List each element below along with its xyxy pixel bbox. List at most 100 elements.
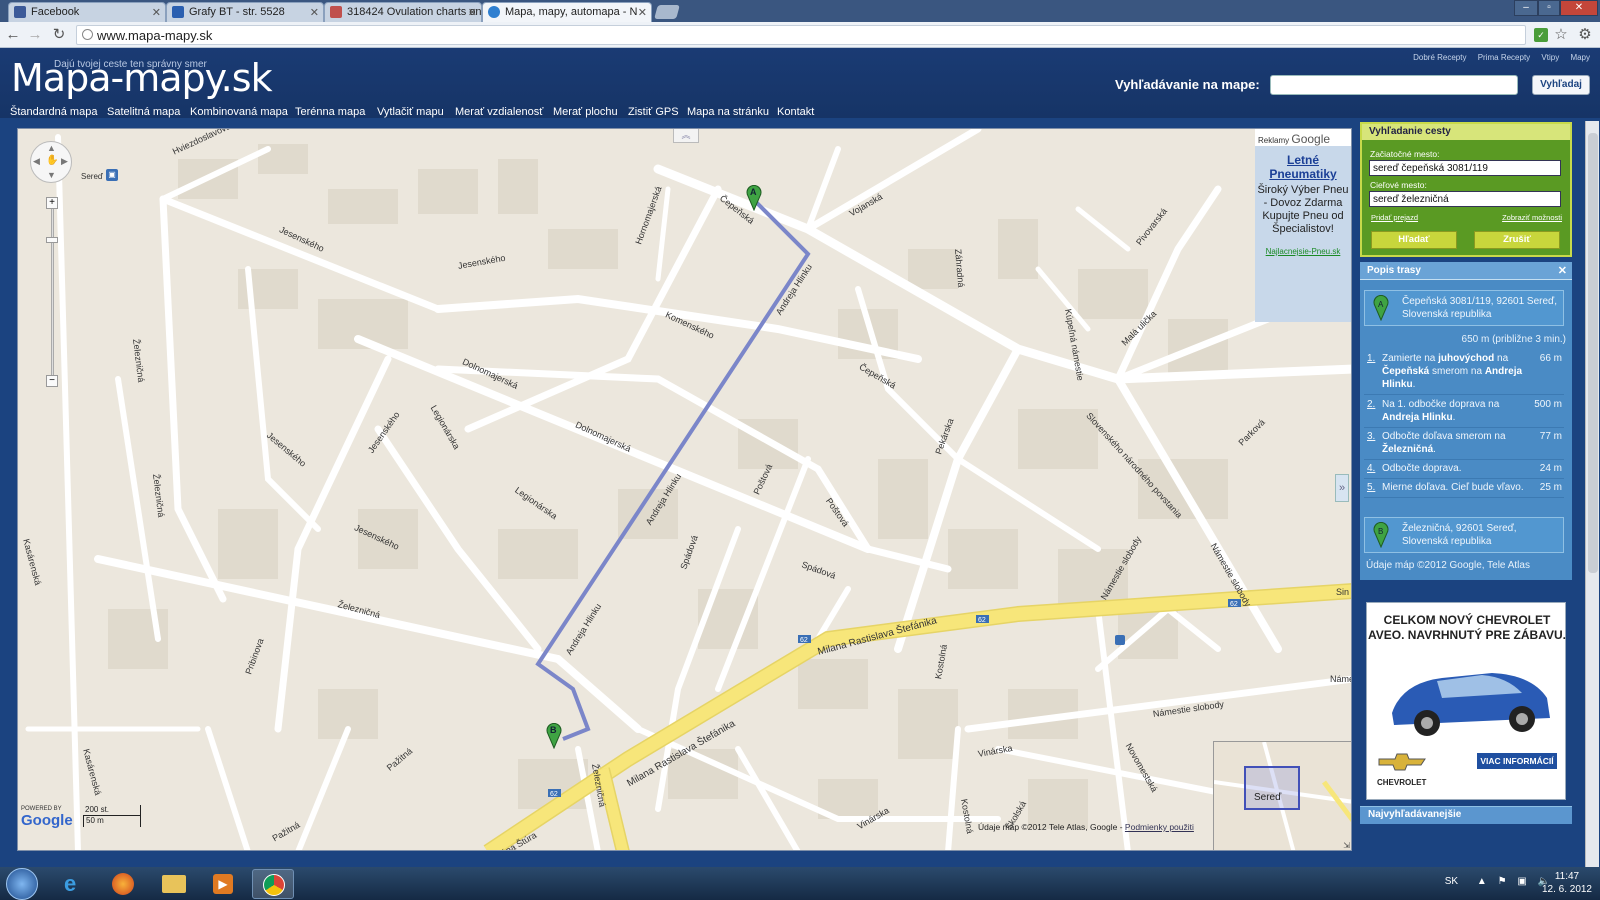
map-search-input[interactable]	[1270, 75, 1518, 95]
popular-searches-header[interactable]: Najvyhľadávanejšie	[1360, 806, 1572, 824]
collapse-up-icon[interactable]: ︽	[673, 129, 699, 143]
resize-icon[interactable]: ⇲	[1343, 841, 1350, 850]
clock[interactable]: 11:47 12. 6. 2012	[1542, 870, 1592, 896]
train-station-icon[interactable]: ▣	[106, 169, 118, 181]
flag-icon[interactable]: ⚑	[1498, 876, 1507, 887]
minimize-button[interactable]: –	[1514, 0, 1538, 16]
marker-b[interactable]: B	[546, 723, 562, 749]
clock-date: 12. 6. 2012	[1541, 884, 1592, 895]
search-button[interactable]: Vyhľadaj	[1532, 75, 1590, 95]
menu-item[interactable]: Zistiť GPS	[628, 106, 679, 118]
step-number: 4.	[1367, 463, 1376, 474]
folder-icon[interactable]	[152, 869, 194, 899]
close-window-button[interactable]: ✕	[1560, 0, 1598, 16]
description-title-text: Popis trasy	[1367, 265, 1421, 276]
top-link[interactable]: Prima Recepty	[1478, 53, 1530, 62]
route-description-title: Popis trasy ✕	[1360, 262, 1572, 280]
close-tab-icon[interactable]: ✕	[468, 6, 477, 19]
ad-title[interactable]: Letné Pneumatiky	[1257, 153, 1349, 181]
svg-text:62: 62	[550, 791, 558, 798]
top-link[interactable]: Vtipy	[1541, 53, 1559, 62]
zoom-slider-handle[interactable]	[46, 237, 58, 243]
menu-item[interactable]: Vytlačiť mapu	[377, 106, 444, 118]
expand-panel-icon[interactable]: »	[1335, 474, 1349, 502]
network-icon[interactable]: ▣	[1517, 876, 1526, 887]
address-bar[interactable]: www.mapa-mapy.sk	[76, 25, 1526, 45]
route-step[interactable]: 5. Mierne doľava. Cieľ bude vľavo. 25 m	[1364, 479, 1564, 498]
extension-icon[interactable]: ✓	[1534, 28, 1548, 42]
pan-left-icon[interactable]: ◀	[33, 156, 40, 167]
powered-by-google[interactable]: POWERED BY Google	[21, 806, 73, 829]
globe-icon	[488, 6, 500, 18]
show-options-link[interactable]: Zobraziť možnosti	[1502, 213, 1562, 222]
ad-header: Reklamy Google	[1255, 129, 1351, 146]
overview-map[interactable]: Sereď ⇲	[1213, 741, 1351, 850]
chart-icon	[172, 6, 184, 18]
cancel-route-button[interactable]: Zrušiť	[1474, 231, 1560, 249]
close-tab-icon[interactable]: ✕	[152, 6, 161, 19]
top-link[interactable]: Dobré Recepty	[1413, 53, 1466, 62]
firefox-icon[interactable]	[102, 869, 144, 899]
star-icon[interactable]: ☆	[1552, 26, 1570, 44]
pan-control[interactable]: ▲ ▼ ◀ ▶ ✋	[30, 141, 72, 183]
tray-expand-icon[interactable]: ▲	[1477, 876, 1487, 887]
bus-stop-icon[interactable]	[1115, 635, 1125, 645]
menu-item[interactable]: Mapa na stránku	[687, 106, 769, 118]
route-start[interactable]: A Čepeňská 3081/119, 92601 Sereď, Sloven…	[1364, 290, 1564, 326]
language-indicator[interactable]: SK	[1445, 876, 1458, 887]
tab-grafy[interactable]: Grafy BT - str. 5528 ✕	[166, 2, 324, 22]
zoom-out-icon[interactable]: −	[46, 375, 58, 387]
close-tab-icon[interactable]: ✕	[638, 6, 647, 19]
pan-right-icon[interactable]: ▶	[61, 156, 68, 167]
media-player-icon[interactable]: ▶	[202, 869, 244, 899]
scale-top-label: 200 st.	[83, 805, 141, 816]
terms-link[interactable]: Podmienky použiti	[1125, 822, 1194, 832]
wrench-icon[interactable]: ⚙	[1576, 26, 1594, 44]
scrollbar-thumb[interactable]	[1588, 133, 1598, 573]
new-tab-button[interactable]	[654, 5, 680, 19]
route-step[interactable]: 1. Zamierte na juhovýchod na Čepeňská sm…	[1364, 350, 1564, 395]
menu-item[interactable]: Štandardná mapa	[10, 106, 97, 118]
add-stop-link[interactable]: Pridať prejazd	[1371, 213, 1418, 222]
overview-viewport[interactable]	[1244, 766, 1300, 810]
page-scrollbar[interactable]	[1585, 121, 1599, 867]
forward-icon[interactable]: →	[26, 26, 44, 44]
end-city-input[interactable]: sereď železničná	[1369, 191, 1561, 207]
pan-up-icon[interactable]: ▲	[47, 143, 56, 153]
top-link[interactable]: Mapy	[1570, 53, 1590, 62]
zoom-in-icon[interactable]: +	[46, 197, 58, 209]
ad-box[interactable]: Reklamy Google Letné Pneumatiky Široký V…	[1255, 129, 1351, 322]
internet-explorer-icon[interactable]: e	[52, 869, 94, 899]
menu-item[interactable]: Terénna mapa	[295, 106, 365, 118]
marker-a[interactable]: A	[746, 185, 762, 211]
chevrolet-ad[interactable]: CELKOM NOVÝ CHEVROLET AVEO. NAVRHNUTÝ PR…	[1366, 602, 1566, 800]
menu-item[interactable]: Satelitná mapa	[107, 106, 180, 118]
menu-item[interactable]: Merať plochu	[553, 106, 618, 118]
find-route-button[interactable]: Hľadať	[1371, 231, 1457, 249]
start-city-input[interactable]: sereď čepeňská 3081/119	[1369, 160, 1561, 176]
ad-url[interactable]: Najlacnejsie-Pneu.sk	[1257, 247, 1349, 256]
route-step[interactable]: 4. Odbočte doprava. 24 m	[1364, 460, 1564, 479]
tab-facebook[interactable]: Facebook ✕	[8, 2, 166, 22]
maximize-button[interactable]: ▫	[1538, 0, 1560, 16]
reload-icon[interactable]: ↻	[50, 26, 68, 44]
menu-item[interactable]: Kombinovaná mapa	[190, 106, 288, 118]
zoom-track[interactable]	[51, 207, 54, 377]
menu-item[interactable]: Merať vzdialenosť	[455, 106, 543, 118]
tab-ovulation[interactable]: 318424 Ovulation charts on ✕	[324, 2, 482, 22]
windows-start-icon[interactable]	[6, 868, 38, 900]
pan-down-icon[interactable]: ▼	[47, 170, 56, 180]
more-info-button[interactable]: VIAC INFORMÁCIÍ	[1477, 753, 1557, 769]
close-icon[interactable]: ✕	[1558, 264, 1567, 277]
step-number: 2.	[1367, 399, 1376, 410]
route-step[interactable]: 3. Odbočte doľava smerom na Železničná. …	[1364, 428, 1564, 460]
map-canvas[interactable]: 62 62 62 62 Hviezdoslavova Jesenského Je…	[17, 128, 1352, 851]
menu-item[interactable]: Kontakt	[777, 106, 814, 118]
route-step[interactable]: 2. Na 1. odbočke doprava na Andreja Hlin…	[1364, 396, 1564, 428]
close-tab-icon[interactable]: ✕	[310, 6, 319, 19]
tab-mapa[interactable]: Mapa, mapy, automapa - N ✕	[482, 2, 652, 22]
route-end[interactable]: B Železničná, 92601 Sereď, Slovenská rep…	[1364, 517, 1564, 553]
chrome-icon[interactable]	[252, 869, 294, 899]
back-icon[interactable]: ←	[4, 26, 22, 44]
zoom-control[interactable]: + −	[46, 197, 58, 387]
